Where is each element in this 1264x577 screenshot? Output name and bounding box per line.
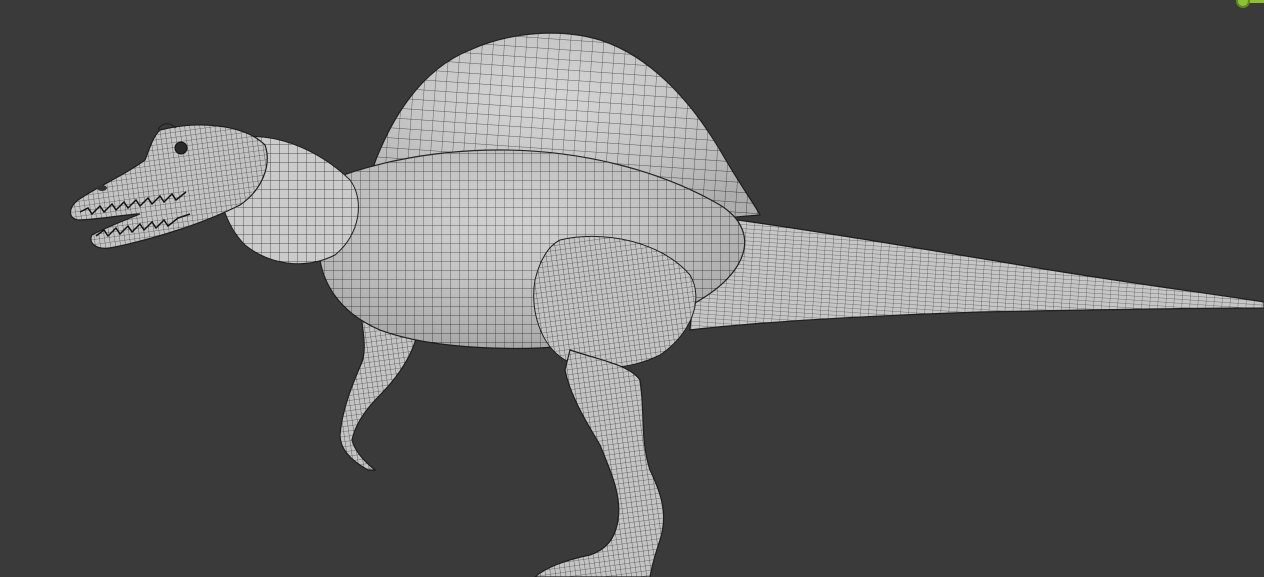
eye xyxy=(174,141,188,155)
nostril xyxy=(97,185,107,191)
tail xyxy=(689,214,1264,331)
3d-viewport[interactable] xyxy=(0,0,1264,577)
origin-gizmo-axis xyxy=(1248,0,1264,3)
dinosaur-mesh-model[interactable] xyxy=(0,0,1264,577)
hind-leg xyxy=(534,349,665,577)
